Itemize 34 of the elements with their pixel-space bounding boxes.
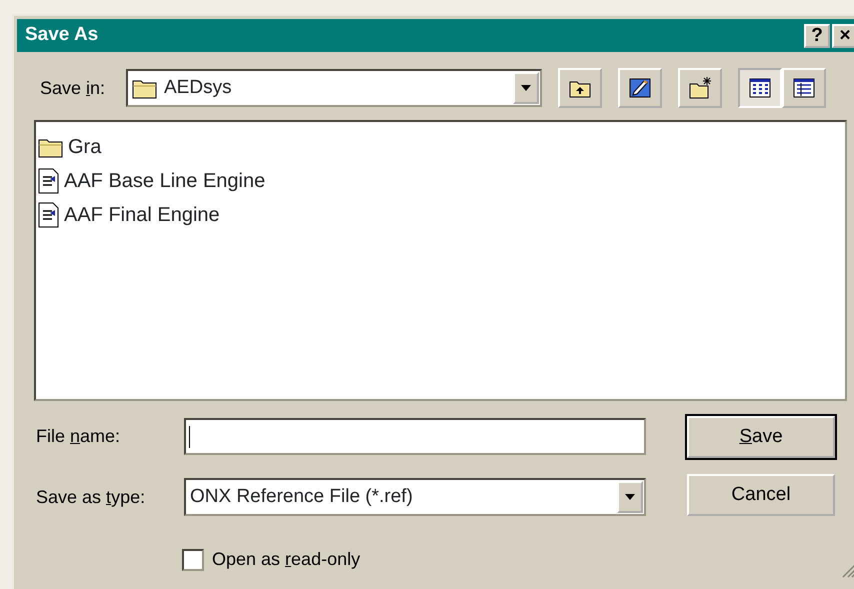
window-title: Save As [25,23,100,48]
details-view-button[interactable] [782,68,826,108]
desktop-button[interactable] [618,68,662,108]
save-button[interactable]: Save [687,416,835,458]
save-in-label: Save in: [40,76,106,100]
new-folder-icon [688,76,712,100]
dropdown-button[interactable] [617,481,643,513]
up-folder-button[interactable] [558,68,602,108]
cancel-button[interactable]: Cancel [687,474,835,516]
document-icon [38,168,60,194]
file-item[interactable]: AAF Base Line Engine [64,166,266,196]
file-type-value: ONX Reference File (*.ref) [190,484,413,509]
file-item[interactable]: Gra [68,132,102,162]
help-button[interactable]: ? [804,24,830,48]
close-button[interactable]: × [832,24,854,48]
save-in-dropdown[interactable]: AEDsys [126,69,542,107]
desktop-icon [628,76,652,100]
save-as-type-dropdown[interactable]: ONX Reference File (*.ref) [184,478,646,516]
new-folder-button[interactable] [678,68,722,108]
file-name-label: File name: [36,425,122,448]
dropdown-arrow-icon [625,494,635,500]
dropdown-button[interactable] [513,72,539,104]
read-only-label[interactable]: Open as read-only [212,546,360,573]
list-view-icon [748,76,772,100]
document-icon [38,202,60,228]
list-view-button[interactable] [738,68,782,108]
dropdown-arrow-icon [521,85,531,91]
read-only-checkbox[interactable] [182,548,204,570]
save-as-type-label: Save as type: [36,486,146,509]
file-name-field[interactable] [184,418,646,455]
resize-grip-icon [842,564,854,578]
folder-name: AEDsys [164,76,232,100]
file-item[interactable]: AAF Final Engine [64,200,220,230]
details-view-icon [792,76,816,100]
